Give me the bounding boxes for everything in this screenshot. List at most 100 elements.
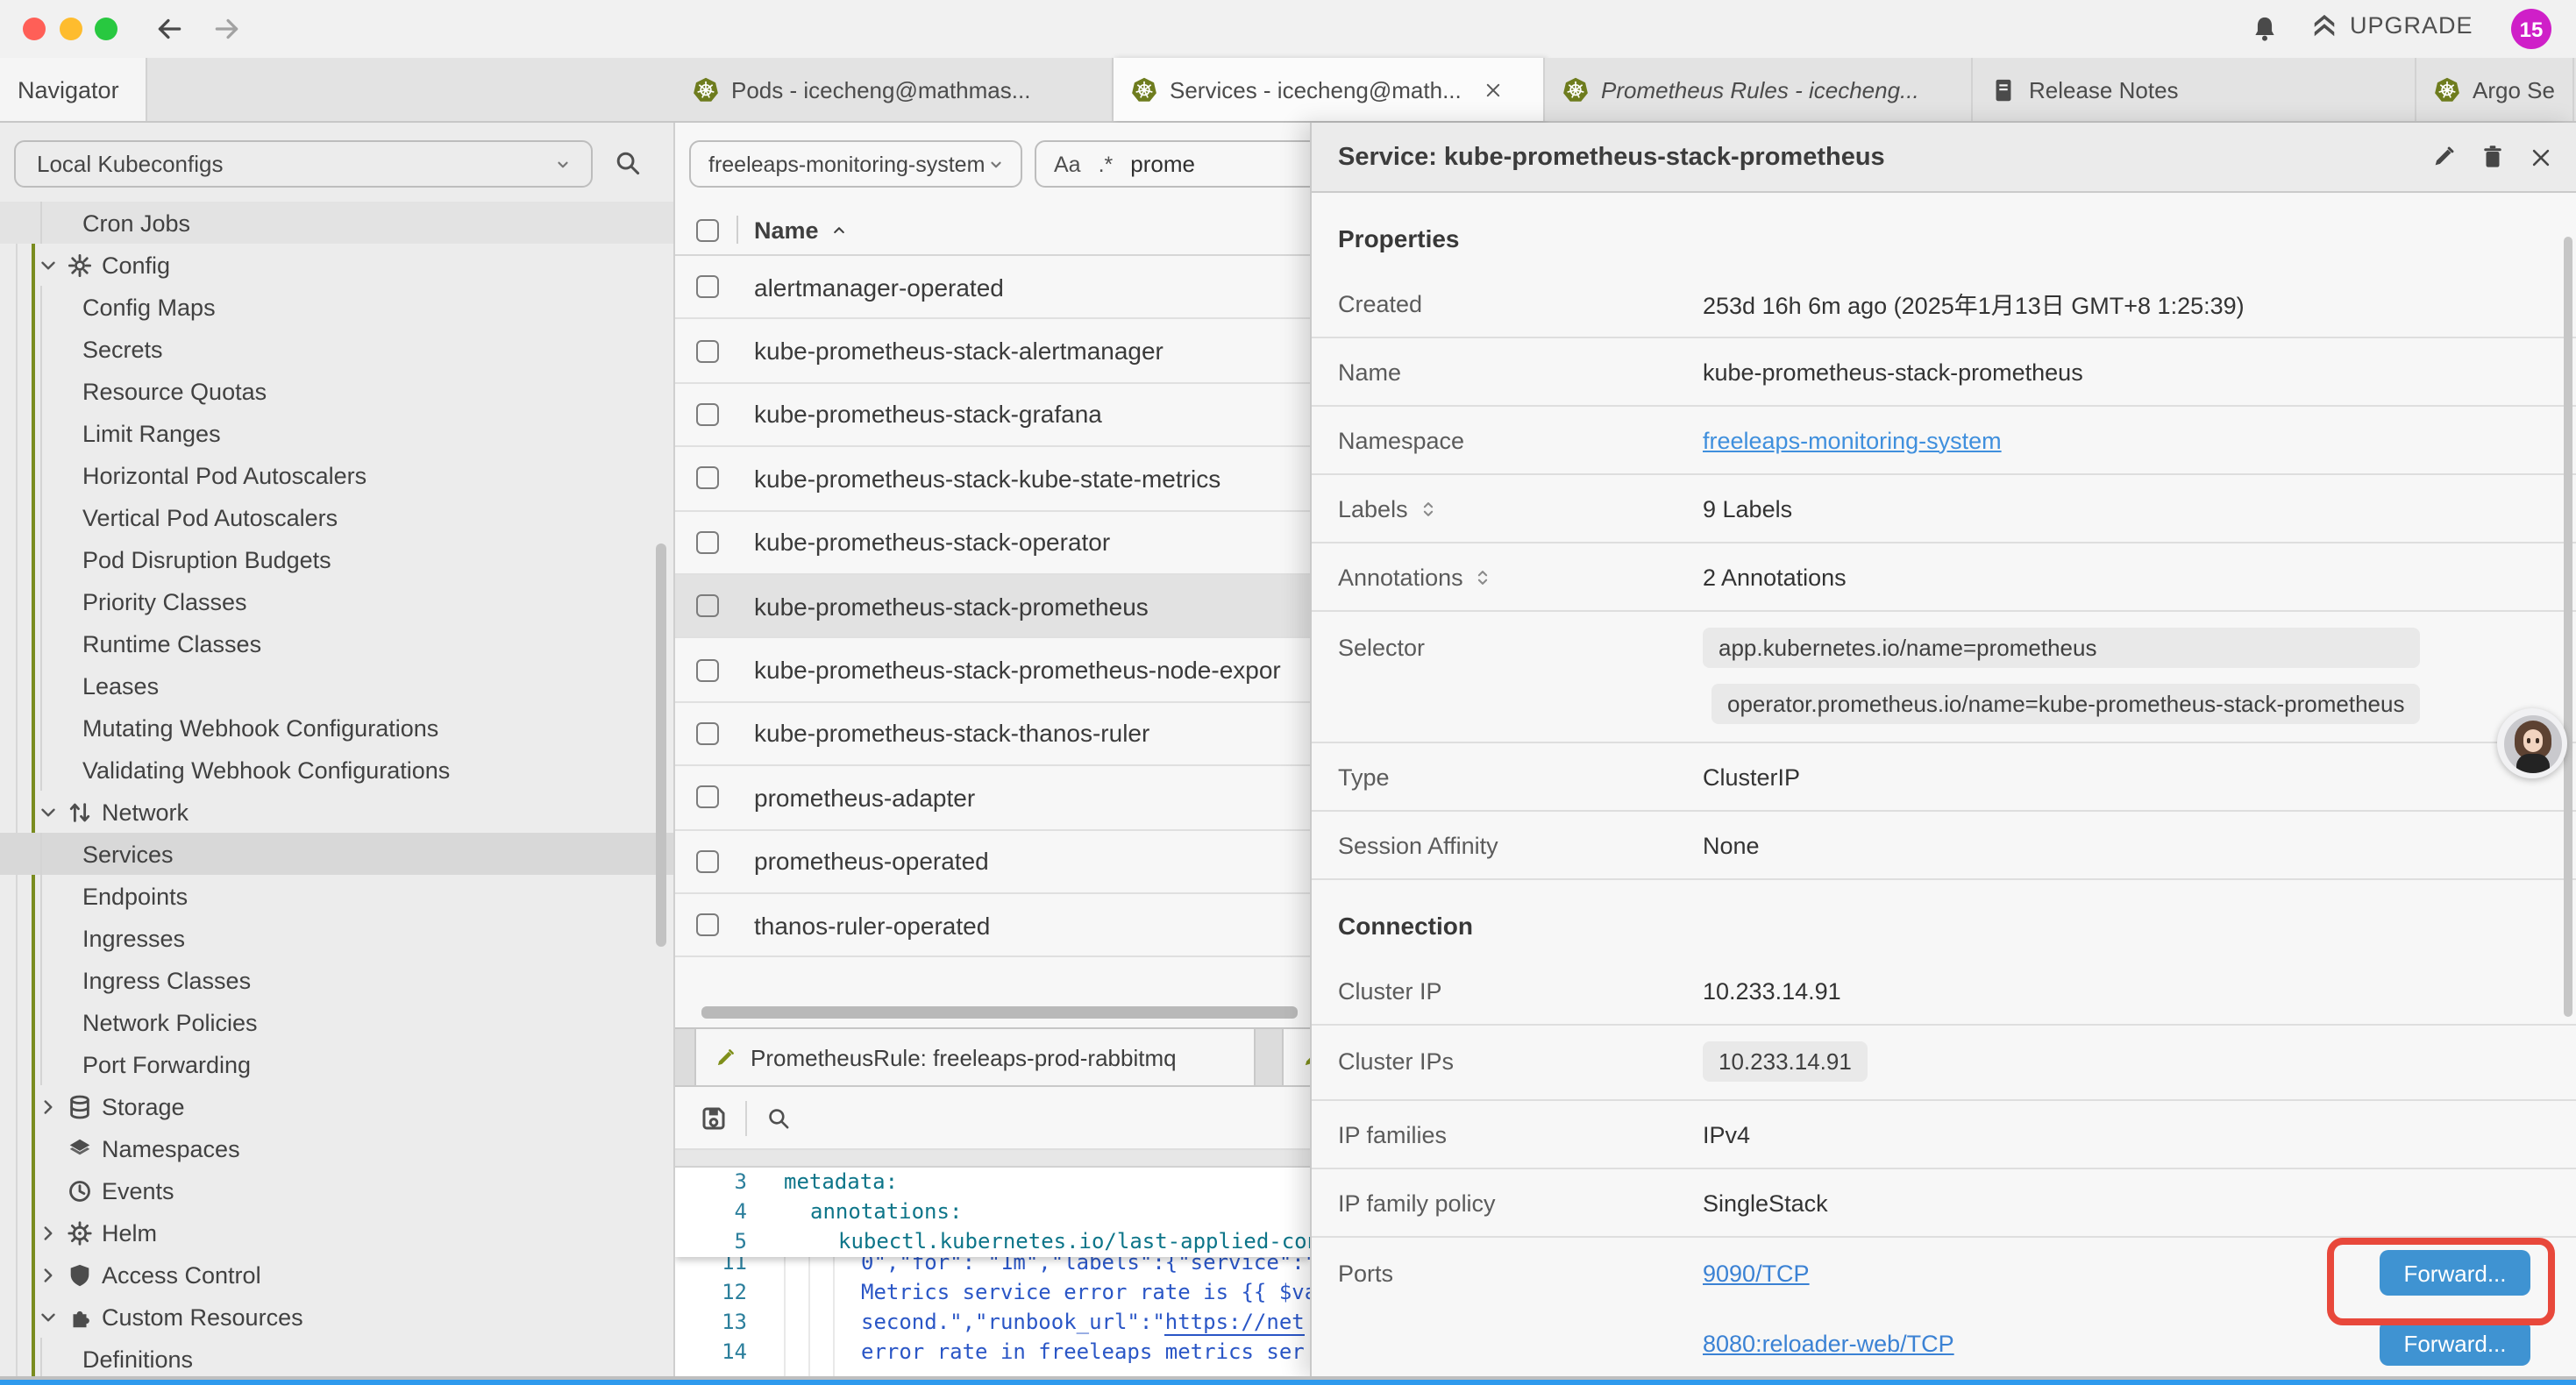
- sidebar-item-network[interactable]: Network: [0, 791, 675, 833]
- table-row[interactable]: prometheus-operated: [675, 830, 1310, 894]
- sidebar-item-mutating-webhook-configurations[interactable]: Mutating Webhook Configurations: [0, 707, 675, 749]
- code-segment[interactable]: https://net: [1165, 1310, 1305, 1336]
- expand-toggle-icon[interactable]: [1419, 499, 1438, 518]
- chevron-right-icon[interactable]: [37, 1263, 60, 1286]
- row-checkbox[interactable]: [696, 275, 719, 298]
- select-all-checkbox[interactable]: [696, 218, 719, 241]
- table-search-input[interactable]: Aa .* prome: [1035, 140, 1310, 188]
- sidebar-item-port-forwarding[interactable]: Port Forwarding: [0, 1043, 675, 1085]
- sidebar-item-definitions[interactable]: Definitions: [0, 1338, 675, 1378]
- close-tab-icon[interactable]: [1484, 80, 1504, 99]
- edit-icon[interactable]: [2430, 144, 2457, 170]
- row-checkbox[interactable]: [696, 594, 719, 617]
- sidebar-item-vertical-pod-autoscalers[interactable]: Vertical Pod Autoscalers: [0, 496, 675, 538]
- forward-arrow-icon[interactable]: [212, 14, 244, 46]
- yaml-editor[interactable]: 3metadata:4annotations:5kubectl.kubernet…: [675, 1168, 1310, 1378]
- save-icon[interactable]: [700, 1104, 728, 1132]
- sidebar-item-network-policies[interactable]: Network Policies: [0, 1001, 675, 1043]
- table-row[interactable]: kube-prometheus-stack-grafana: [675, 384, 1310, 448]
- trash-icon[interactable]: [2480, 144, 2506, 170]
- sidebar-item-config-maps[interactable]: Config Maps: [0, 286, 675, 328]
- name-column-header[interactable]: Name: [754, 217, 849, 243]
- tree-child-guide: [40, 1338, 42, 1378]
- chevron-down-icon[interactable]: [37, 1305, 60, 1328]
- tab-argo-se[interactable]: Argo Se: [2416, 58, 2574, 121]
- port-link[interactable]: 8080:reloader-web/TCP: [1703, 1330, 1954, 1356]
- back-arrow-icon[interactable]: [154, 14, 186, 46]
- sidebar-item-resource-quotas[interactable]: Resource Quotas: [0, 370, 675, 412]
- sidebar-item-limit-ranges[interactable]: Limit Ranges: [0, 412, 675, 454]
- sidebar-item-validating-webhook-configurations[interactable]: Validating Webhook Configurations: [0, 749, 675, 791]
- forward-button[interactable]: Forward...: [2380, 1320, 2530, 1366]
- row-checkbox[interactable]: [696, 467, 719, 490]
- chevron-down-icon[interactable]: [37, 253, 60, 276]
- sidebar-item-helm[interactable]: Helm: [0, 1211, 675, 1254]
- sidebar-item-services[interactable]: Services: [0, 833, 675, 875]
- row-checkbox[interactable]: [696, 531, 719, 554]
- port-link[interactable]: 9090/TCP: [1703, 1260, 1810, 1286]
- sidebar-item-pod-disruption-budgets[interactable]: Pod Disruption Budgets: [0, 538, 675, 580]
- row-checkbox[interactable]: [696, 849, 719, 872]
- sidebar-item-events[interactable]: Events: [0, 1169, 675, 1211]
- notification-count-badge[interactable]: 15: [2511, 9, 2551, 49]
- tab-release-notes[interactable]: Release Notes: [1973, 58, 2416, 121]
- detail-scrollbar[interactable]: [2564, 237, 2572, 1017]
- sidebar-item-runtime-classes[interactable]: Runtime Classes: [0, 622, 675, 664]
- sidebar-item-storage[interactable]: Storage: [0, 1085, 675, 1127]
- tab-prometheus-rules-icecheng[interactable]: Prometheus Rules - icecheng...: [1545, 58, 1973, 121]
- assistant-avatar[interactable]: [2497, 708, 2567, 778]
- minimize-window-button[interactable]: [60, 18, 82, 40]
- navigator-panel-tab[interactable]: Navigator: [0, 58, 147, 121]
- table-row[interactable]: kube-prometheus-stack-operator: [675, 511, 1310, 575]
- sidebar-item-ingress-classes[interactable]: Ingress Classes: [0, 959, 675, 1001]
- upgrade-button[interactable]: UPGRADE: [2311, 12, 2473, 39]
- tab-services-icecheng-math[interactable]: Services - icecheng@math...: [1114, 58, 1545, 121]
- sidebar-scrollbar[interactable]: [656, 543, 666, 947]
- table-row[interactable]: prometheus-adapter: [675, 766, 1310, 830]
- zoom-window-button[interactable]: [95, 18, 117, 40]
- editor-search-icon[interactable]: [766, 1105, 791, 1130]
- dock-tab-second[interactable]: [1282, 1029, 1310, 1085]
- sidebar-item-leases[interactable]: Leases: [0, 664, 675, 707]
- dock-divider-strip[interactable]: [675, 1150, 1310, 1168]
- table-row[interactable]: alertmanager-operated: [675, 256, 1310, 320]
- namespace-link[interactable]: freeleaps-monitoring-system: [1703, 427, 2002, 453]
- sidebar-item-cron-jobs[interactable]: Cron Jobs: [0, 202, 675, 244]
- row-checkbox[interactable]: [696, 339, 719, 362]
- sidebar-item-custom-resources[interactable]: Custom Resources: [0, 1296, 675, 1338]
- close-window-button[interactable]: [23, 18, 46, 40]
- chevron-down-icon[interactable]: [37, 800, 60, 823]
- sidebar-item-horizontal-pod-autoscalers[interactable]: Horizontal Pod Autoscalers: [0, 454, 675, 496]
- table-row[interactable]: kube-prometheus-stack-thanos-ruler: [675, 702, 1310, 766]
- match-case-toggle[interactable]: Aa: [1054, 152, 1081, 176]
- expand-toggle-icon[interactable]: [1474, 567, 1493, 586]
- table-row[interactable]: kube-prometheus-stack-alertmanager: [675, 320, 1310, 384]
- tab-pods-icecheng-mathmas[interactable]: Pods - icecheng@mathmas...: [675, 58, 1114, 121]
- table-row[interactable]: kube-prometheus-stack-prometheus: [675, 575, 1310, 639]
- row-checkbox[interactable]: [696, 913, 719, 936]
- sidebar-search-icon[interactable]: [614, 149, 642, 177]
- sidebar-item-priority-classes[interactable]: Priority Classes: [0, 580, 675, 622]
- table-row[interactable]: kube-prometheus-stack-kube-state-metrics: [675, 447, 1310, 511]
- close-icon[interactable]: [2529, 145, 2553, 169]
- bell-icon[interactable]: [2250, 14, 2280, 44]
- sidebar-item-endpoints[interactable]: Endpoints: [0, 875, 675, 917]
- row-checkbox[interactable]: [696, 786, 719, 809]
- table-horizontal-scrollbar[interactable]: [701, 1006, 1298, 1019]
- table-row[interactable]: kube-prometheus-stack-prometheus-node-ex…: [675, 639, 1310, 703]
- row-checkbox[interactable]: [696, 658, 719, 681]
- sidebar-item-ingresses[interactable]: Ingresses: [0, 917, 675, 959]
- namespace-select[interactable]: freeleaps-monitoring-system: [689, 140, 1022, 188]
- row-checkbox[interactable]: [696, 403, 719, 426]
- chevron-right-icon[interactable]: [37, 1095, 60, 1118]
- sidebar-item-config[interactable]: Config: [0, 244, 675, 286]
- table-row[interactable]: thanos-ruler-operated: [675, 894, 1310, 958]
- dock-tab-prometheusrule[interactable]: PrometheusRule: freeleaps-prod-rabbitmq: [694, 1029, 1256, 1085]
- regex-toggle[interactable]: .*: [1099, 152, 1114, 176]
- row-checkbox[interactable]: [696, 722, 719, 745]
- sidebar-item-access-control[interactable]: Access Control: [0, 1254, 675, 1296]
- sidebar-item-secrets[interactable]: Secrets: [0, 328, 675, 370]
- chevron-right-icon[interactable]: [37, 1221, 60, 1244]
- kubeconfig-select[interactable]: Local Kubeconfigs: [14, 140, 593, 188]
- sidebar-item-namespaces[interactable]: Namespaces: [0, 1127, 675, 1169]
